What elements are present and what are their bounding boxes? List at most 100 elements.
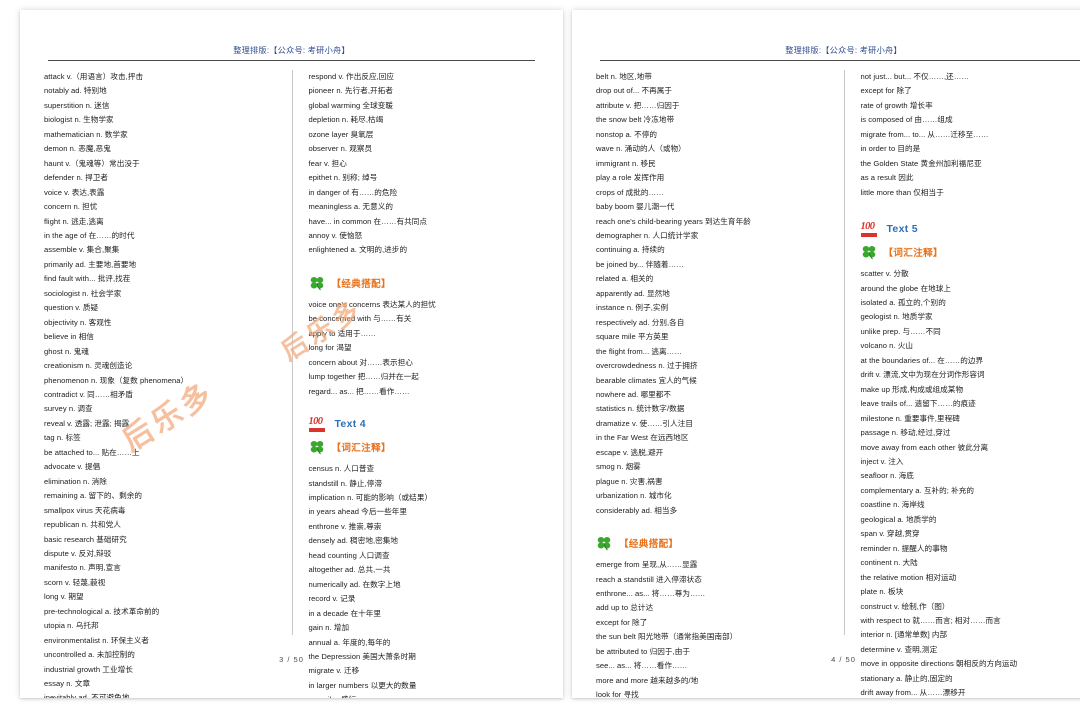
vocabulary-entry: epithet n. 别称; 绰号 bbox=[308, 173, 378, 183]
vocabulary-entry: geologist n. 地质学家 bbox=[860, 312, 933, 322]
vocabulary-entry: leave trails of... 遗留下……的痕迹 bbox=[860, 399, 976, 409]
vocabulary-entry: biologist n. 生物学家 bbox=[44, 115, 114, 125]
vocabulary-entry: is composed of 由……组成 bbox=[860, 115, 953, 125]
vocabulary-entry: believe in 相信 bbox=[44, 332, 95, 342]
clover-icon bbox=[309, 275, 325, 291]
vocabulary-entry: assemble v. 集合,聚集 bbox=[44, 245, 120, 255]
vocabulary-entry: inevitably ad. 不可避免地 bbox=[44, 693, 130, 698]
vocabulary-entry: scorn v. 轻蔑,藐视 bbox=[44, 577, 106, 587]
vocabulary-entry: around the globe 在地球上 bbox=[860, 283, 952, 293]
vocabulary-entry: considerably ad. 相当多 bbox=[596, 505, 678, 515]
vocabulary-entry: continent n. 大陆 bbox=[860, 558, 918, 568]
vocabulary-entry: densely ad. 稠密地,密集地 bbox=[308, 536, 399, 546]
vocabulary-entry: related a. 相关的 bbox=[596, 274, 654, 284]
section-heading: 【词汇注释】 bbox=[861, 243, 1080, 261]
vocabulary-entry: interior n. [通常单数] 内部 bbox=[860, 630, 948, 640]
vocabulary-entry: apply to 适用于…… bbox=[308, 328, 376, 338]
vocabulary-entry: construct v. 绘制,作（图） bbox=[860, 601, 950, 611]
vocabulary-entry: meaningless a. 无意义的 bbox=[308, 202, 394, 212]
vocabulary-entry: dispute v. 反对,辩驳 bbox=[44, 548, 112, 558]
vocabulary-entry: depletion n. 耗尽,枯竭 bbox=[308, 115, 384, 125]
vocabulary-entry: prevail v. 盛行 bbox=[309, 693, 540, 698]
vocabulary-entry: enlightened a. 文明的,进步的 bbox=[308, 245, 408, 255]
vocabulary-entry: annual a. 年度的,每年的 bbox=[308, 637, 391, 647]
vocabulary-entry: tag n. 标签 bbox=[44, 433, 81, 443]
vocabulary-entry: the Golden State 黄金州加利福尼亚 bbox=[860, 158, 982, 168]
document-page-3[interactable]: 整理排版:【公众号: 考研小舟】 attack v.（用语言）攻击,抨击 nota… bbox=[20, 10, 563, 698]
vocabulary-entry: except for 除了 bbox=[860, 86, 912, 96]
vocabulary-entry: respectively ad. 分别,各自 bbox=[596, 317, 685, 327]
vocabulary-entry: immigrant n. 移民 bbox=[596, 158, 656, 168]
vocabulary-entry: in the age of 在……的时代 bbox=[44, 230, 135, 240]
clover-icon bbox=[596, 535, 612, 551]
vocabulary-entry: apparently ad. 显然地 bbox=[596, 288, 670, 298]
vocabulary-entry: contradict v. 同……相矛盾 bbox=[44, 389, 134, 399]
vocabulary-entry: migrate v. 迁移 bbox=[308, 666, 360, 676]
vocabulary-entry: head counting 人口调查 bbox=[308, 550, 390, 560]
hundred-points-icon: 100 bbox=[308, 416, 326, 432]
vocabulary-entry: survey n. 调查 bbox=[44, 404, 93, 414]
vocabulary-entry: as a result 因此 bbox=[860, 173, 914, 183]
vocabulary-entry: seafloor n. 海底 bbox=[860, 471, 914, 481]
column-left: attack v.（用语言）攻击,抨击 notably ad. 特别地 supers… bbox=[44, 70, 292, 698]
page-header: 整理排版:【公众号: 考研小舟】 bbox=[785, 46, 902, 55]
document-page-4[interactable]: 整理排版:【公众号: 考研小舟】 belt n. 地区,地带 drop out o… bbox=[572, 10, 1080, 698]
vocabulary-entry: advocate v. 提倡 bbox=[44, 462, 101, 472]
vocabulary-entry: dramatize v. 使……引人注目 bbox=[596, 418, 694, 428]
vocabulary-entry: except for 除了 bbox=[596, 617, 648, 627]
vocabulary-entry: ghost n. 鬼魂 bbox=[44, 346, 89, 356]
vocabulary-entry: the snow belt 冷冻地带 bbox=[596, 115, 675, 125]
vocabulary-entry: baby boom 婴儿潮一代 bbox=[596, 202, 675, 212]
vocabulary-entry: inject v. 注入 bbox=[860, 456, 904, 466]
column-right: respond v. 作出反应,回应 pioneer n. 先行者,开拓者 glob… bbox=[291, 70, 540, 698]
vocabulary-entry: in the Far West 在远西地区 bbox=[596, 433, 689, 443]
vocabulary-entry: be joined by... 伴随着…… bbox=[596, 259, 684, 269]
text-section-heading: 100 Text 5 bbox=[860, 219, 1080, 239]
vocabulary-entry: statistics n. 统计数字/数据 bbox=[596, 404, 685, 414]
vocabulary-entry: long v. 期望 bbox=[44, 592, 84, 602]
vocabulary-entry: milestone n. 重要事件,里程碑 bbox=[860, 413, 960, 423]
vocabulary-entry: lump together 把……归并在一起 bbox=[308, 372, 419, 382]
vocabulary-entry: in order to 目的是 bbox=[860, 144, 921, 154]
hundred-points-icon: 100 bbox=[860, 221, 878, 237]
vocabulary-entry: long for 渴望 bbox=[308, 343, 352, 353]
vocabulary-entry: utopia n. 乌托邦 bbox=[44, 621, 99, 631]
vocabulary-entry: basic research 基础研究 bbox=[44, 534, 127, 544]
column-left: belt n. 地区,地带 drop out of... 不再属于 attribut… bbox=[596, 70, 844, 698]
vocabulary-entry: in a decade 在十年里 bbox=[308, 608, 382, 618]
text-section-label: Text 5 bbox=[886, 223, 918, 236]
vocabulary-entry: emerge from 呈现,从……显露 bbox=[596, 560, 698, 570]
vocabulary-entry: notably ad. 特别地 bbox=[44, 86, 107, 96]
vocabulary-entry: smallpox virus 天花病毒 bbox=[44, 505, 126, 515]
vocabulary-entry: elimination n. 消除 bbox=[44, 476, 107, 486]
vocabulary-entry: objectivity n. 客观性 bbox=[44, 317, 112, 327]
vocabulary-entry: the relative motion 相对运动 bbox=[860, 572, 957, 582]
vocabulary-entry: migrate from... to... 从……迁移至…… bbox=[860, 129, 989, 139]
vocabulary-entry: smog n. 烟雾 bbox=[596, 462, 641, 472]
page-header: 整理排版:【公众号: 考研小舟】 bbox=[233, 46, 350, 55]
vocabulary-entry: regard... as... 把……看作…… bbox=[308, 386, 410, 396]
vocabulary-entry: gain n. 增加 bbox=[308, 623, 350, 633]
vocabulary-entry: concern about 对……表示担心 bbox=[308, 357, 413, 367]
vocabulary-entry: look for 寻找 bbox=[596, 690, 639, 698]
vocabulary-entry: complementary a. 互补的; 补充的 bbox=[860, 485, 974, 495]
page-content: 整理排版:【公众号: 考研小舟】 belt n. 地区,地带 drop out o… bbox=[572, 10, 1080, 698]
vocabulary-entry: defender n. 捍卫者 bbox=[44, 173, 109, 183]
vocabulary-entry: essay n. 文章 bbox=[44, 679, 91, 689]
section-heading-label: 【经典搭配】 bbox=[331, 278, 391, 290]
vocabulary-entry: creationism n. 灵魂创造论 bbox=[44, 361, 133, 371]
vocabulary-entry: demographer n. 人口统计学家 bbox=[596, 230, 699, 240]
vocabulary-entry: nowhere ad. 哪里都不 bbox=[596, 389, 672, 399]
vocabulary-entry: question v. 质疑 bbox=[44, 303, 99, 313]
vocabulary-entry: reach a standstill 进入停滞状态 bbox=[596, 574, 702, 584]
text-section-label: Text 4 bbox=[334, 418, 366, 431]
page-content: 整理排版:【公众号: 考研小舟】 attack v.（用语言）攻击,抨击 nota… bbox=[20, 10, 563, 698]
vocabulary-entry: voice one's concerns 表达某人的担忧 bbox=[308, 299, 436, 309]
vocabulary-entry: the sun belt 阳光地带（通常指美国南部） bbox=[596, 632, 738, 642]
vocabulary-entry: urbanization n. 城市化 bbox=[596, 491, 672, 501]
vocabulary-entry: concern n. 担忧 bbox=[44, 202, 98, 212]
vocabulary-entry: instance n. 例子,实例 bbox=[596, 303, 669, 313]
vocabulary-entry: stationary a. 静止的,固定的 bbox=[860, 673, 953, 683]
vocabulary-entry: find fault with... 批评,找茬 bbox=[44, 274, 131, 284]
